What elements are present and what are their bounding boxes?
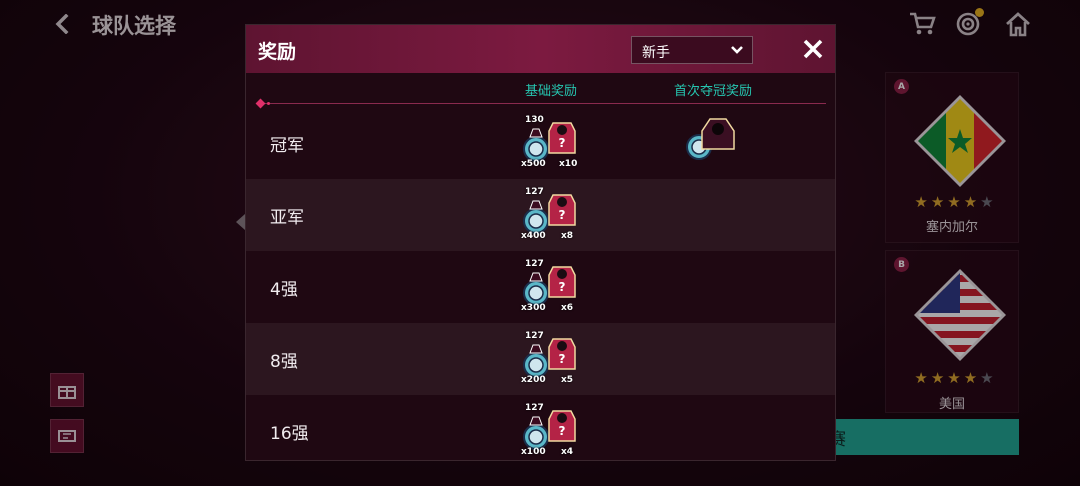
- divider-ornament: [267, 102, 270, 105]
- svg-text:?: ?: [559, 280, 566, 294]
- close-button[interactable]: [799, 35, 827, 63]
- base-reward[interactable]: ? 127 x100 x4: [521, 403, 581, 457]
- reward-row: 4强 ? 127 x300 x6: [246, 251, 835, 323]
- pack-count: x10: [559, 159, 578, 169]
- pack-count: x4: [561, 447, 574, 457]
- coin-count: x100: [521, 447, 546, 457]
- player-pack-icon: ?: [548, 338, 576, 370]
- round-label: 4强: [270, 280, 298, 300]
- svg-text:?: ?: [559, 136, 566, 150]
- modal-header: 奖励 新手: [246, 25, 835, 73]
- base-reward[interactable]: ? 127 x200 x5: [521, 331, 581, 385]
- pack-count: x6: [561, 303, 574, 313]
- close-icon: [803, 39, 823, 59]
- svg-text:?: ?: [559, 352, 566, 366]
- chevron-down-icon: [722, 37, 752, 63]
- pack-count: x5: [561, 375, 574, 385]
- modal-title: 奖励: [258, 41, 297, 63]
- round-label: 8强: [270, 352, 298, 372]
- player-pack-icon: ?: [548, 194, 576, 226]
- base-reward[interactable]: ? 130 x500 x10: [521, 115, 581, 169]
- player-pack-icon: ?: [548, 122, 576, 154]
- level-text: 130: [525, 115, 544, 125]
- round-label: 16强: [270, 424, 309, 444]
- difficulty-select[interactable]: 新手: [631, 36, 753, 64]
- svg-text:?: ?: [559, 424, 566, 438]
- column-header-first: 首次夺冠奖励: [673, 84, 752, 99]
- first-title-reward[interactable]: [682, 115, 742, 169]
- coin-count: x400: [521, 231, 546, 241]
- reward-row: 8强 ? 127 x200 x5: [246, 323, 835, 395]
- base-reward[interactable]: ? 127 x300 x6: [521, 259, 581, 313]
- reward-row: 冠军 ? 130 x500 x10: [246, 107, 835, 179]
- base-reward[interactable]: ? 127 x400 x8: [521, 187, 581, 241]
- player-pack-icon: [701, 118, 735, 150]
- level-text: 127: [525, 331, 544, 341]
- player-pack-icon: ?: [548, 410, 576, 442]
- divider: [260, 103, 826, 104]
- coin-count: x500: [521, 159, 546, 169]
- coin-count: x200: [521, 375, 546, 385]
- round-label: 亚军: [270, 208, 304, 228]
- level-text: 127: [525, 259, 544, 269]
- rewards-modal: 奖励 新手 基础奖励 首次夺冠奖励 冠军 ? 130 x500 x10 亚军 ?…: [245, 24, 836, 461]
- reward-row: 16强 ? 127 x100 x4: [246, 395, 835, 460]
- round-label: 冠军: [270, 136, 304, 156]
- pack-count: x8: [561, 231, 574, 241]
- coin-count: x300: [521, 303, 546, 313]
- difficulty-value: 新手: [642, 45, 670, 61]
- reward-row: 亚军 ? 127 x400 x8: [246, 179, 835, 251]
- svg-text:?: ?: [559, 208, 566, 222]
- column-header-base: 基础奖励: [524, 84, 577, 99]
- level-text: 127: [525, 403, 544, 413]
- level-text: 127: [525, 187, 544, 197]
- player-pack-icon: ?: [548, 266, 576, 298]
